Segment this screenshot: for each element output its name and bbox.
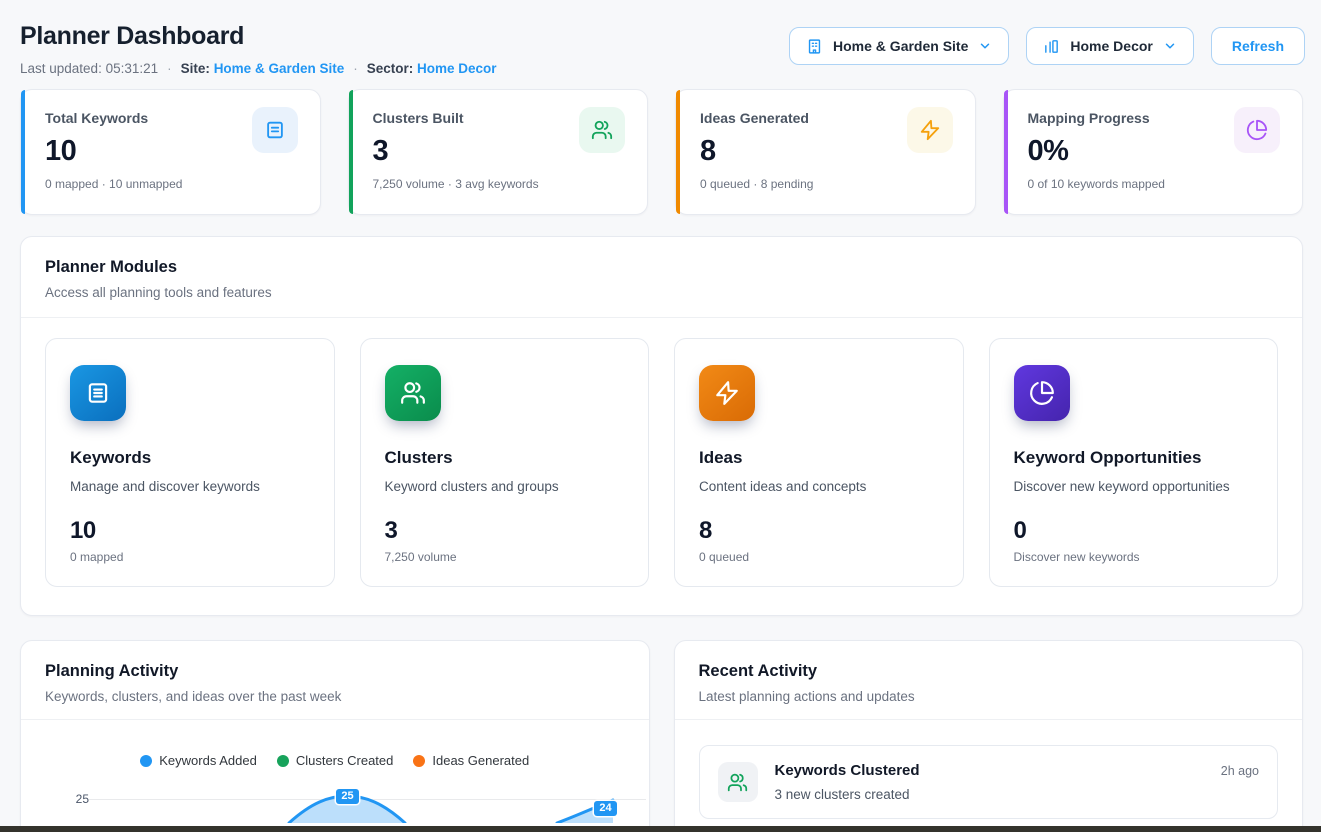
bolt-icon xyxy=(907,107,953,153)
sector-selector-button[interactable]: Home Decor xyxy=(1026,27,1193,65)
document-icon xyxy=(252,107,298,153)
building-icon xyxy=(806,38,823,55)
sector-link[interactable]: Home Decor xyxy=(417,61,497,76)
header-left: Planner Dashboard Last updated: 05:31:21… xyxy=(20,22,497,76)
module-value: 8 xyxy=(699,517,939,545)
users-icon xyxy=(579,107,625,153)
stat-sub: 0 queued · 8 pending xyxy=(700,177,953,191)
refresh-button[interactable]: Refresh xyxy=(1211,27,1305,65)
recent-activity-panel: Recent Activity Latest planning actions … xyxy=(674,640,1304,832)
module-sub: 0 queued xyxy=(699,550,939,564)
module-title: Ideas xyxy=(699,448,939,468)
last-updated-text: Last updated: 05:31:21 xyxy=(20,61,158,76)
recent-activity-header: Recent Activity Latest planning actions … xyxy=(675,641,1303,721)
pie-chart-icon xyxy=(1014,365,1070,421)
activity-item-description: 3 new clusters created xyxy=(775,787,1260,802)
module-card-keyword-opportunities[interactable]: Keyword Opportunities Discover new keywo… xyxy=(989,338,1279,587)
users-icon xyxy=(385,365,441,421)
site-selector-button[interactable]: Home & Garden Site xyxy=(789,27,1009,65)
modules-panel-title: Planner Modules xyxy=(45,258,1278,277)
header-meta: Last updated: 05:31:21 · Site: Home & Ga… xyxy=(20,61,497,76)
sector-meta: Sector: Home Decor xyxy=(367,61,497,76)
recent-activity-subtitle: Latest planning actions and updates xyxy=(699,689,1279,704)
planner-dashboard-screen: Planner Dashboard Last updated: 05:31:21… xyxy=(0,0,1321,832)
bottom-row: Planning Activity Keywords, clusters, an… xyxy=(20,640,1303,832)
module-card-ideas[interactable]: Ideas Content ideas and concepts 8 0 que… xyxy=(674,338,964,587)
planning-activity-subtitle: Keywords, clusters, and ideas over the p… xyxy=(45,689,625,704)
module-card-keywords[interactable]: Keywords Manage and discover keywords 10… xyxy=(45,338,335,587)
module-sub: 7,250 volume xyxy=(385,550,625,564)
module-value: 0 xyxy=(1014,517,1254,545)
stat-sub: 7,250 volume · 3 avg keywords xyxy=(373,177,626,191)
site-selector-label: Home & Garden Site xyxy=(833,38,968,54)
module-description: Manage and discover keywords xyxy=(70,479,310,494)
activity-item-body: Keywords Clustered 2h ago 3 new clusters… xyxy=(775,762,1260,802)
stat-card-mapping-progress: Mapping Progress 0% 0 of 10 keywords map… xyxy=(1003,89,1304,215)
modules-panel-subtitle: Access all planning tools and features xyxy=(45,285,1278,300)
module-value: 3 xyxy=(385,517,625,545)
module-value: 10 xyxy=(70,517,310,545)
module-title: Clusters xyxy=(385,448,625,468)
chevron-down-icon xyxy=(978,39,992,53)
modules-panel-header: Planner Modules Access all planning tool… xyxy=(21,237,1302,317)
sector-selector-label: Home Decor xyxy=(1070,38,1152,54)
data-point-label: 25 xyxy=(336,789,359,804)
chevron-down-icon xyxy=(1163,39,1177,53)
stat-card-clusters-built: Clusters Built 3 7,250 volume · 3 avg ke… xyxy=(348,89,649,215)
activity-item-keywords-clustered[interactable]: Keywords Clustered 2h ago 3 new clusters… xyxy=(699,745,1279,819)
data-point-label: 24 xyxy=(594,801,617,816)
page-title: Planner Dashboard xyxy=(20,22,497,51)
planner-modules-panel: Planner Modules Access all planning tool… xyxy=(20,236,1303,616)
module-card-clusters[interactable]: Clusters Keyword clusters and groups 3 7… xyxy=(360,338,650,587)
planning-activity-title: Planning Activity xyxy=(45,662,625,681)
site-meta: Site: Home & Garden Site xyxy=(181,61,345,76)
screen-bottom-edge-band xyxy=(0,826,1321,832)
module-sub: 0 mapped xyxy=(70,550,310,564)
activity-item-title: Keywords Clustered xyxy=(775,762,920,779)
recent-activity-title: Recent Activity xyxy=(699,662,1279,681)
modules-grid: Keywords Manage and discover keywords 10… xyxy=(21,318,1302,615)
stat-card-total-keywords: Total Keywords 10 0 mapped · 10 unmapped xyxy=(20,89,321,215)
module-sub: Discover new keywords xyxy=(1014,550,1254,564)
meta-separator: · xyxy=(353,61,358,76)
stats-row: Total Keywords 10 0 mapped · 10 unmapped… xyxy=(20,89,1303,215)
keywords-added-area-curve xyxy=(21,719,650,823)
module-title: Keywords xyxy=(70,448,310,468)
topbar: Planner Dashboard Last updated: 05:31:21… xyxy=(0,0,1321,76)
refresh-button-label: Refresh xyxy=(1232,38,1284,54)
stat-sub: 0 mapped · 10 unmapped xyxy=(45,177,298,191)
activity-list: Keywords Clustered 2h ago 3 new clusters… xyxy=(675,719,1303,832)
bolt-icon xyxy=(699,365,755,421)
toolbar: Home & Garden Site Home Decor Refresh xyxy=(789,27,1305,65)
module-description: Content ideas and concepts xyxy=(699,479,939,494)
bar-chart-icon xyxy=(1043,38,1060,55)
activity-item-time: 2h ago xyxy=(1221,764,1259,778)
stat-sub: 0 of 10 keywords mapped xyxy=(1028,177,1281,191)
module-description: Keyword clusters and groups xyxy=(385,479,625,494)
planning-activity-header: Planning Activity Keywords, clusters, an… xyxy=(21,641,649,721)
pie-chart-icon xyxy=(1234,107,1280,153)
meta-separator: · xyxy=(167,61,172,76)
users-icon xyxy=(718,762,758,802)
module-title: Keyword Opportunities xyxy=(1014,448,1254,468)
module-description: Discover new keyword opportunities xyxy=(1014,479,1254,494)
document-icon xyxy=(70,365,126,421)
stat-card-ideas-generated: Ideas Generated 8 0 queued · 8 pending xyxy=(675,89,976,215)
site-link[interactable]: Home & Garden Site xyxy=(214,61,345,76)
planning-activity-panel: Planning Activity Keywords, clusters, an… xyxy=(20,640,650,832)
